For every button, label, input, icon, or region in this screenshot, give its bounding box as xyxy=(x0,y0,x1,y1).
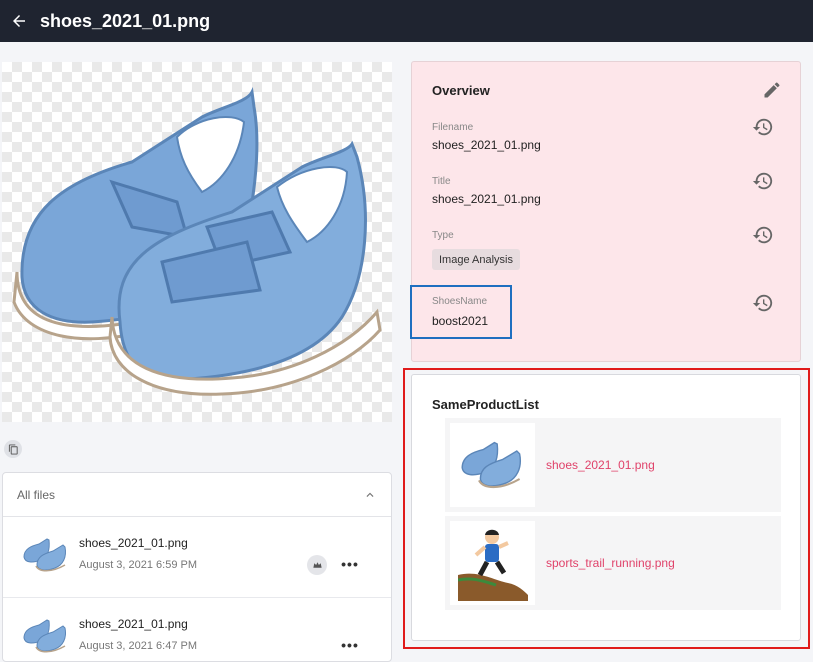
pencil-icon[interactable] xyxy=(762,80,782,100)
file-date: August 3, 2021 6:47 PM xyxy=(79,640,198,652)
history-icon[interactable] xyxy=(752,170,774,192)
more-options-button[interactable]: ••• xyxy=(339,553,361,575)
crown-badge[interactable] xyxy=(307,555,327,575)
type-chip: Image Analysis xyxy=(432,249,520,270)
shoes-image xyxy=(12,86,382,396)
all-files-panel: All files shoes_2021_01.png August 3, 20… xyxy=(2,472,392,662)
title-value: shoes_2021_01.png xyxy=(432,192,541,206)
history-icon[interactable] xyxy=(752,292,774,314)
filename-label: Filename xyxy=(432,122,474,133)
shoes-thumbnail xyxy=(23,538,66,572)
filename-value: shoes_2021_01.png xyxy=(432,138,541,152)
file-date: August 3, 2021 6:59 PM xyxy=(79,559,198,571)
title-label: Title xyxy=(432,176,451,187)
chevron-up-icon[interactable] xyxy=(363,488,377,502)
file-row[interactable]: shoes_2021_01.png August 3, 2021 6:47 PM… xyxy=(3,598,391,661)
arrow-left-icon xyxy=(13,15,25,27)
file-row[interactable]: shoes_2021_01.png August 3, 2021 6:59 PM… xyxy=(3,517,391,598)
shoes-thumbnail xyxy=(23,619,66,653)
more-options-button[interactable]: ••• xyxy=(339,634,361,656)
crown-icon xyxy=(312,561,322,568)
top-bar: shoes_2021_01.png xyxy=(0,0,813,42)
all-files-header[interactable]: All files xyxy=(3,473,391,517)
copy-icon xyxy=(8,443,18,455)
file-name: shoes_2021_01.png xyxy=(79,617,188,631)
shoesname-highlight-box xyxy=(410,285,512,339)
image-preview xyxy=(2,62,392,422)
type-label: Type xyxy=(432,230,454,241)
copy-button[interactable] xyxy=(4,440,22,458)
same-product-list-highlight-box xyxy=(403,368,810,649)
history-icon[interactable] xyxy=(752,116,774,138)
history-icon[interactable] xyxy=(752,224,774,246)
file-name: shoes_2021_01.png xyxy=(79,536,188,550)
page-title: shoes_2021_01.png xyxy=(40,10,211,31)
back-button[interactable] xyxy=(0,0,38,42)
overview-title: Overview xyxy=(432,83,490,98)
all-files-title: All files xyxy=(17,487,56,502)
